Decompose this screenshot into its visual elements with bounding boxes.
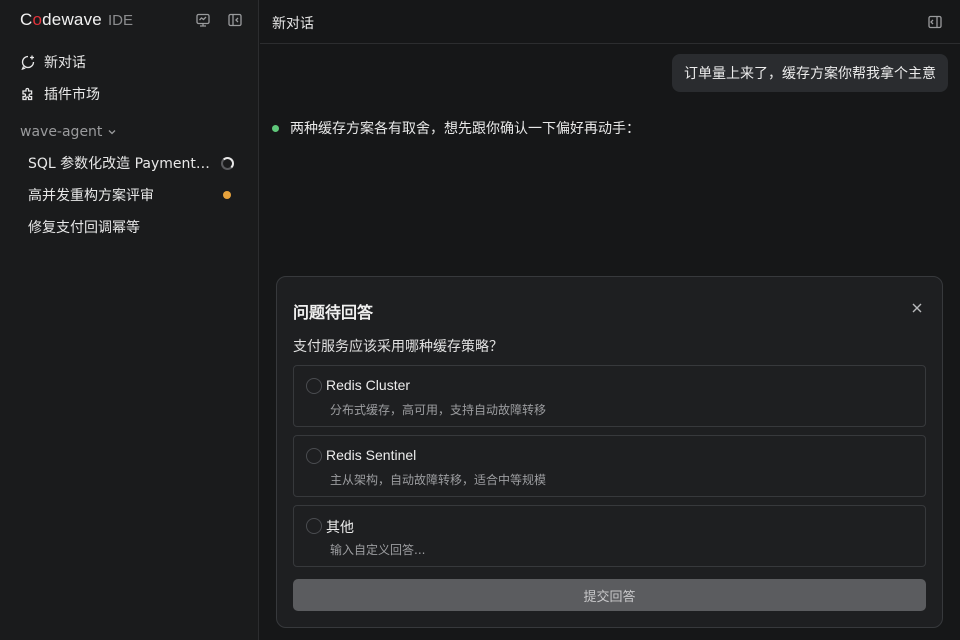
sidebar-item-label: 插件市场 xyxy=(44,87,100,103)
sidebar-toolbar xyxy=(194,11,244,29)
close-icon[interactable] xyxy=(910,301,924,315)
option-title: Redis Cluster xyxy=(326,377,411,393)
monitor-icon[interactable] xyxy=(194,11,212,29)
user-message-text: 订单量上来了，缓存方案你帮我拿个主意 xyxy=(684,66,936,82)
answer-option[interactable]: Redis Cluster 分布式缓存，高可用，支持自动故障转移 xyxy=(293,365,926,427)
radio-button[interactable] xyxy=(306,518,322,534)
answer-option-custom[interactable]: 其他 输入自定义回答... xyxy=(293,505,926,567)
session-item[interactable]: 修复支付回调幂等 xyxy=(28,216,236,238)
app-logo: Codewave IDE xyxy=(20,10,133,32)
chevron-down-icon xyxy=(108,130,116,135)
user-message: 订单量上来了，缓存方案你帮我拿个主意 xyxy=(672,54,948,92)
assistant-message: 两种缓存方案各有取舍，想先跟你确认一下偏好再动手： xyxy=(272,118,640,138)
option-description: 输入自定义回答... xyxy=(330,543,426,557)
panel-toggle-icon[interactable] xyxy=(926,13,944,31)
option-title: 其他 xyxy=(326,519,354,535)
session-group-header[interactable]: wave-agent xyxy=(20,124,117,140)
option-title: Redis Sentinel xyxy=(326,447,417,463)
group-label: wave-agent xyxy=(20,124,103,140)
brand-suffix: IDE xyxy=(107,12,133,29)
chat-header: 新对话 xyxy=(260,0,960,44)
question-text: 支付服务应该采用哪种缓存策略？ xyxy=(293,339,503,355)
session-item[interactable]: SQL 参数化改造 PaymentS… xyxy=(28,152,236,174)
puzzle-icon xyxy=(20,86,36,102)
submit-answer-button[interactable]: 提交回答 xyxy=(293,579,926,611)
brand-name: Codewave xyxy=(20,10,102,29)
session-label: 修复支付回调幂等 xyxy=(28,220,140,236)
radio-button[interactable] xyxy=(306,448,322,464)
session-label: 高并发重构方案评审 xyxy=(28,188,154,204)
question-card-title: 问题待回答 xyxy=(293,303,374,322)
sidebar-item-plugin-market[interactable]: 插件市场 xyxy=(20,83,100,105)
session-label: SQL 参数化改造 PaymentS… xyxy=(28,156,214,172)
loading-spinner-icon xyxy=(221,156,234,170)
sidebar-item-new-chat[interactable]: 新对话 xyxy=(20,51,86,73)
question-card: 问题待回答 支付服务应该采用哪种缓存策略？ Redis Cluster 分布式缓… xyxy=(276,276,943,628)
sidebar-item-label: 新对话 xyxy=(44,55,86,71)
assistant-message-text: 两种缓存方案各有取舍，想先跟你确认一下偏好再动手： xyxy=(290,121,640,137)
pending-status-dot xyxy=(223,191,231,199)
option-description: 分布式缓存，高可用，支持自动故障转移 xyxy=(330,403,547,417)
session-item[interactable]: 高并发重构方案评审 xyxy=(28,184,236,206)
new-chat-icon xyxy=(20,54,36,70)
assistant-status-dot xyxy=(272,124,279,132)
option-description: 主从架构，自动故障转移，适合中等规模 xyxy=(330,473,547,487)
answer-option[interactable]: Redis Sentinel 主从架构，自动故障转移，适合中等规模 xyxy=(293,435,926,497)
page-title: 新对话 xyxy=(272,16,314,32)
chat-panel: 新对话 订单量上来了，缓存方案你帮我拿个主意 两种缓存方案各有取舍，想先跟你确认… xyxy=(260,0,960,640)
sidebar: Codewave IDE 新对话 插件市场 wave-agent SQL 参数化… xyxy=(0,0,259,640)
collapse-sidebar-icon[interactable] xyxy=(226,11,244,29)
radio-button[interactable] xyxy=(306,378,322,394)
